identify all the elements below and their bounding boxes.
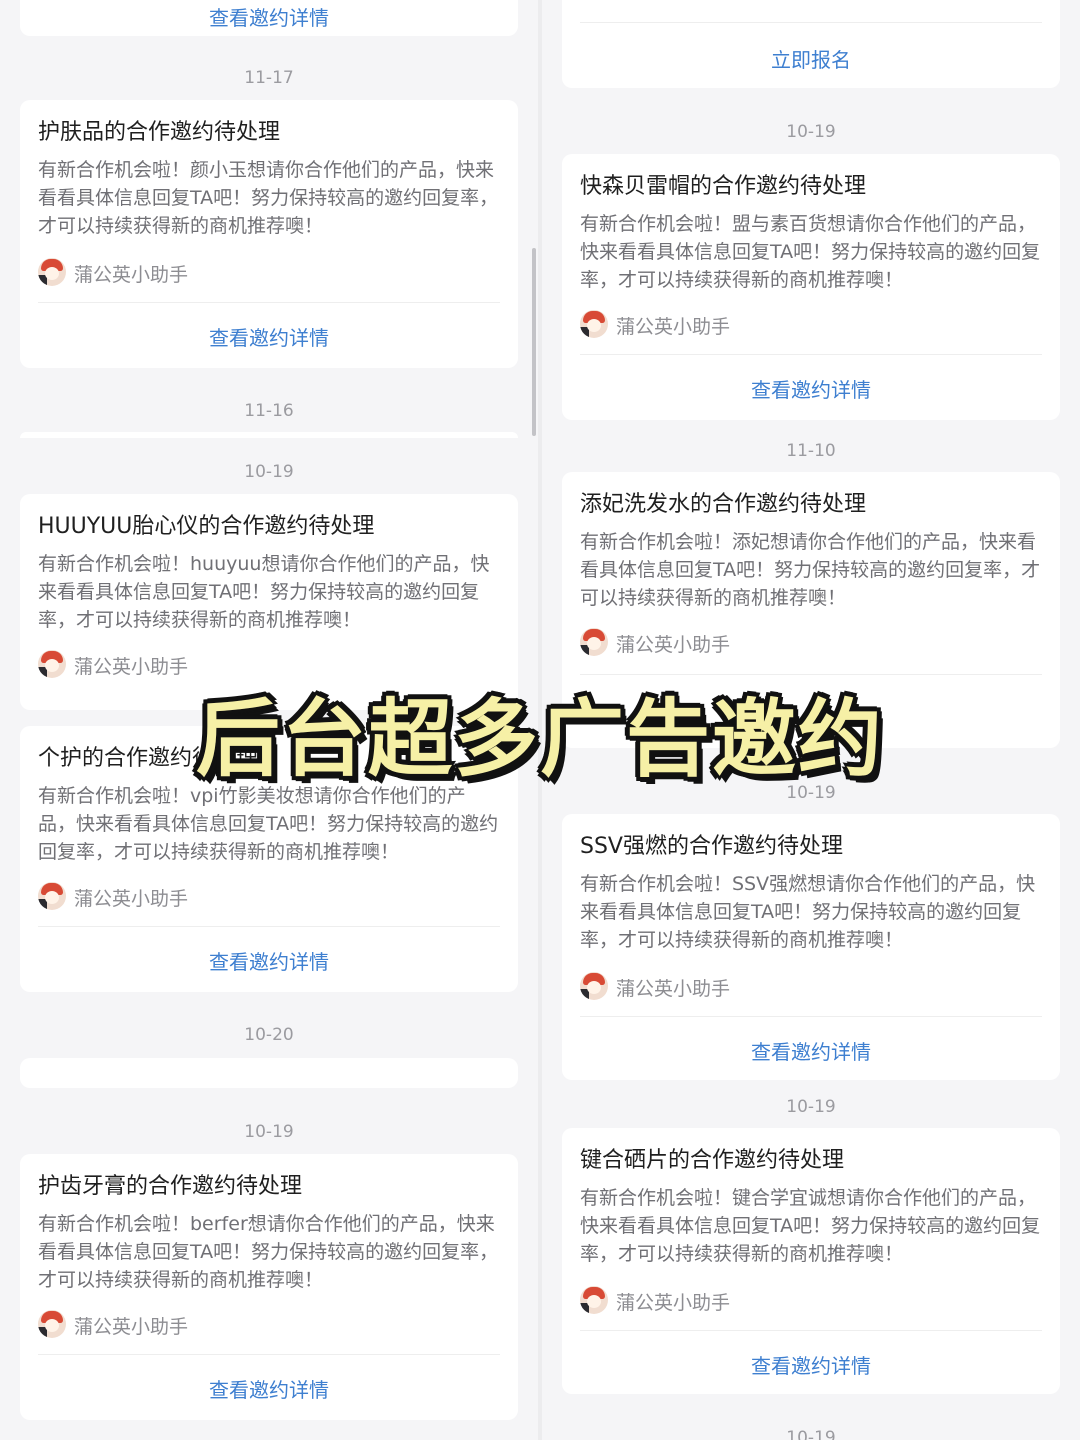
date-separator: 10-20 <box>244 1025 294 1045</box>
invite-card: 键合硒片的合作邀约待处理 有新合作机会啦！键合学宜诚想请你合作他们的产品，快来看… <box>562 1128 1060 1394</box>
view-invite-details-link[interactable]: 查看邀约详情 <box>562 1350 1060 1379</box>
invite-card-clipped-top: 查看邀约详情 <box>20 0 518 36</box>
card-body: 有新合作机会啦！键合学宜诚想请你合作他们的产品，快来看看具体信息回复TA吧！努力… <box>580 1187 1041 1265</box>
assistant-name: 蒲公英小助手 <box>616 978 731 1000</box>
card-body: 有新合作机会啦！颜小玉想请你合作他们的产品，快来看看具体信息回复TA吧！努力保持… <box>38 159 499 237</box>
card-title: 护齿牙膏的合作邀约待处理 <box>38 1174 303 1199</box>
card-body: 有新合作机会啦！huuyuu想请你合作他们的产品，快来看看具体信息回复TA吧！努… <box>38 553 490 631</box>
view-invite-details-link[interactable]: 查看邀约详情 <box>20 2 518 31</box>
invite-card: 快森贝雷帽的合作邀约待处理 有新合作机会啦！盟与素百货想请你合作他们的产品，快来… <box>562 154 1060 420</box>
avatar <box>580 1286 608 1314</box>
avatar <box>580 628 608 656</box>
card-title: 添妃洗发水的合作邀约待处理 <box>580 492 867 517</box>
overlay-caption: 后台超多广告邀约 <box>195 690 884 788</box>
avatar <box>580 310 608 338</box>
divider <box>38 1354 500 1355</box>
assistant-name: 蒲公英小助手 <box>74 888 189 910</box>
card-body: 有新合作机会啦！SSV强燃想请你合作他们的产品，快来看看具体信息回复TA吧！努力… <box>580 873 1036 951</box>
invite-card: 护肤品的合作邀约待处理 有新合作机会啦！颜小玉想请你合作他们的产品，快来看看具体… <box>20 100 518 368</box>
divider <box>38 926 500 927</box>
divider <box>580 22 1042 23</box>
avatar <box>38 258 66 286</box>
assistant-name: 蒲公英小助手 <box>616 1292 731 1314</box>
assistant-name: 蒲公英小助手 <box>74 1316 189 1338</box>
invite-card-collapsed <box>20 432 518 438</box>
date-separator: 11-16 <box>244 401 294 421</box>
view-invite-details-link[interactable]: 查看邀约详情 <box>562 1036 1060 1065</box>
date-separator: 10-19 <box>786 122 836 142</box>
invite-card-clipped <box>20 1058 518 1088</box>
divider <box>38 302 500 303</box>
card-body: 有新合作机会啦！vpi竹影美妆想请你合作他们的产品，快来看看具体信息回复TA吧！… <box>38 785 499 863</box>
card-title: 护肤品的合作邀约待处理 <box>38 120 281 145</box>
date-separator: 10-19 <box>786 1428 836 1440</box>
invite-card: 护齿牙膏的合作邀约待处理 有新合作机会啦！berfer想请你合作他们的产品，快来… <box>20 1154 518 1420</box>
avatar <box>38 1310 66 1338</box>
date-separator: 10-19 <box>244 462 294 482</box>
card-body: 有新合作机会啦！盟与素百货想请你合作他们的产品，快来看看具体信息回复TA吧！努力… <box>580 213 1041 291</box>
date-separator: 10-19 <box>786 1097 836 1117</box>
invite-card: SSV强燃的合作邀约待处理 有新合作机会啦！SSV强燃想请你合作他们的产品，快来… <box>562 814 1060 1080</box>
divider <box>580 354 1042 355</box>
assistant-name: 蒲公英小助手 <box>74 264 189 286</box>
sign-up-now-link[interactable]: 立即报名 <box>562 44 1060 73</box>
divider <box>580 1016 1042 1017</box>
card-body: 有新合作机会啦！berfer想请你合作他们的产品，快来看看具体信息回复TA吧！努… <box>38 1213 499 1291</box>
view-invite-details-link[interactable]: 查看邀约详情 <box>20 946 518 975</box>
card-title: 键合硒片的合作邀约待处理 <box>580 1148 845 1173</box>
avatar <box>38 882 66 910</box>
view-invite-details-link[interactable]: 查看邀约详情 <box>20 322 518 351</box>
invite-card-clipped-top: 立即报名 <box>562 0 1060 88</box>
card-body: 有新合作机会啦！添妃想请你合作他们的产品，快来看看具体信息回复TA吧！努力保持较… <box>580 531 1041 609</box>
card-title: 快森贝雷帽的合作邀约待处理 <box>580 174 867 199</box>
date-separator: 11-10 <box>786 441 836 461</box>
date-separator: 10-19 <box>244 1122 294 1142</box>
scrollbar[interactable] <box>532 248 536 436</box>
card-title: HUUYUU胎心仪的合作邀约待处理 <box>38 514 375 539</box>
card-title: SSV强燃的合作邀约待处理 <box>580 834 843 859</box>
avatar <box>580 972 608 1000</box>
assistant-name: 蒲公英小助手 <box>616 634 731 656</box>
divider <box>580 1330 1042 1331</box>
view-invite-details-link[interactable]: 查看邀约详情 <box>562 374 1060 403</box>
date-separator: 11-17 <box>244 68 294 88</box>
assistant-name: 蒲公英小助手 <box>616 316 731 338</box>
view-invite-details-link[interactable]: 查看邀约详情 <box>20 1374 518 1403</box>
